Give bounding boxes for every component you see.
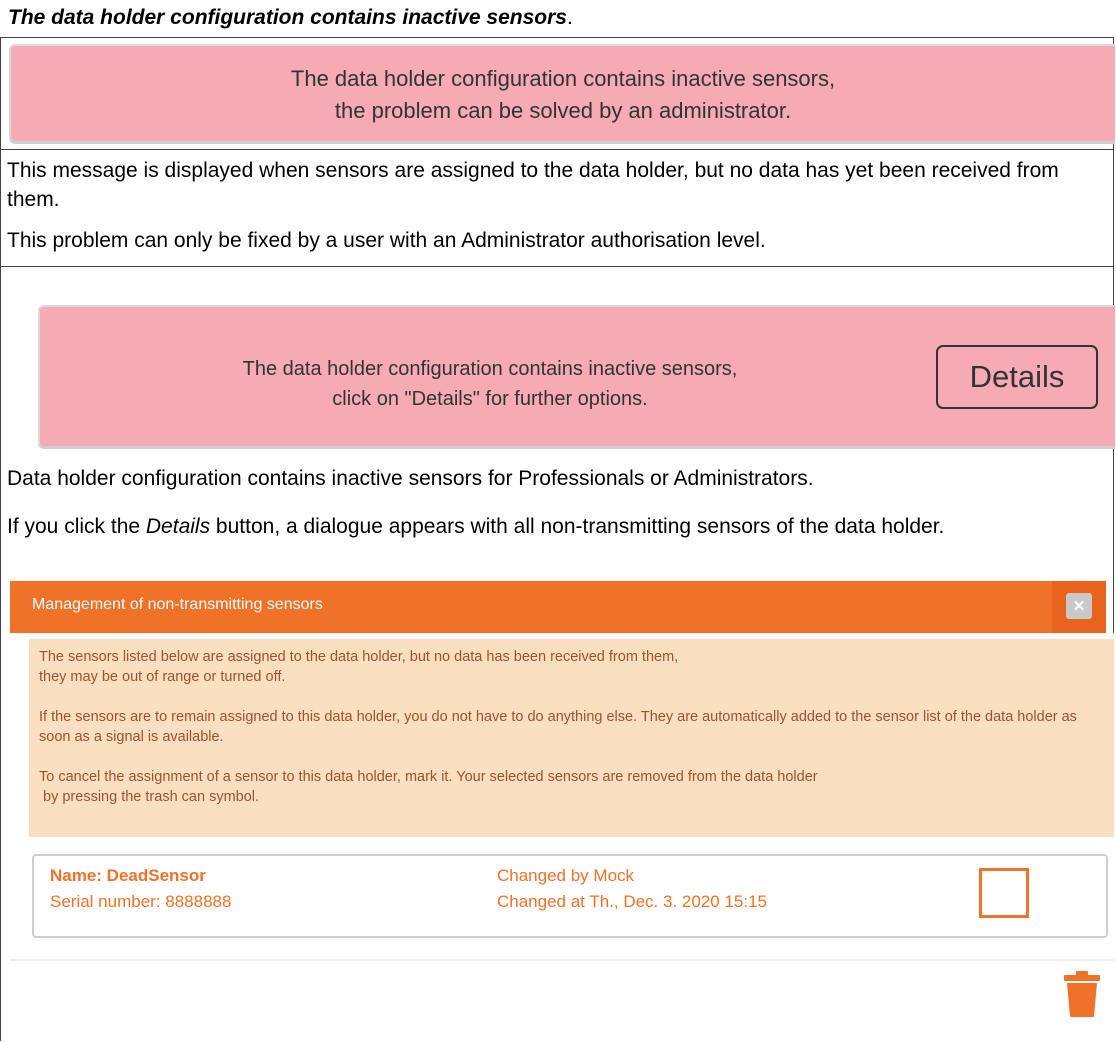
description-paragraph: This problem can only be fixed by a user… [7, 229, 766, 252]
info-paragraph: The sensors listed below are assigned to… [39, 647, 1099, 687]
dialog-footer-divider [10, 959, 1114, 961]
close-icon[interactable]: ✕ [1066, 593, 1092, 619]
inactive-sensors-banner-admin: The data holder configuration contains i… [38, 305, 1115, 449]
banner-message: The data holder configuration contains i… [100, 354, 880, 414]
sensor-changed-by: Changed by Mock [497, 866, 635, 885]
info-line: they may be out of range or turned off. [39, 669, 286, 685]
trash-icon-graphic [1064, 971, 1100, 1017]
sensor-serial-number: Serial number: 8888888 [50, 892, 232, 911]
dialog-close-area: ✕ [1052, 581, 1106, 633]
banner-message: The data holder configuration contains i… [11, 63, 1115, 127]
dialog-header: Management of non-transmitting sensors ✕ [10, 581, 1106, 633]
sensor-select-checkbox[interactable] [979, 868, 1029, 918]
sensor-changed-at: Changed at Th., Dec. 3. 2020 15:15 [497, 892, 767, 911]
dialog-info-box: The sensors listed below are assigned to… [29, 639, 1114, 837]
sensor-name: Name: DeadSensor [50, 866, 206, 885]
banner-line-2: the problem can be solved by an administ… [334, 98, 792, 123]
banner-line-1: The data holder configuration contains i… [242, 358, 738, 380]
heading-row: The data holder configuration contains i… [0, 0, 1114, 37]
user-banner-row: The data holder configuration contains i… [0, 37, 1115, 149]
trash-icon[interactable] [1063, 970, 1101, 1018]
details-reference: Details [145, 515, 211, 538]
banner-line-2: click on "Details" for further options. [332, 388, 648, 410]
details-button[interactable]: Details [936, 345, 1098, 409]
info-paragraph: If the sensors are to remain assigned to… [39, 709, 1077, 745]
description-paragraph: This message is displayed when sensors a… [7, 159, 1059, 211]
description-text: If you click the [7, 515, 146, 538]
info-line: by pressing the trash can symbol. [39, 789, 260, 805]
page-title-text: The data holder configuration contains i… [8, 6, 567, 29]
banner-line-1: The data holder configuration contains i… [290, 66, 836, 91]
dialog-body: The sensors listed below are assigned to… [10, 633, 1114, 1042]
description-paragraph: If you click the Details button, a dialo… [7, 512, 1107, 541]
page-title: The data holder configuration contains i… [8, 6, 573, 30]
info-line: The sensors listed below are assigned to… [39, 649, 679, 665]
sensor-card[interactable]: Name: DeadSensor Serial number: 8888888 … [32, 854, 1108, 938]
admin-section-row: The data holder configuration contains i… [0, 266, 1115, 1042]
user-description-row: This message is displayed when sensors a… [0, 149, 1114, 266]
inactive-sensors-banner-user: The data holder configuration contains i… [9, 44, 1115, 144]
info-line: To cancel the assignment of a sensor to … [39, 769, 818, 785]
description-text: button, a dialogue appears with all non-… [210, 515, 945, 538]
page-title-period: . [566, 6, 573, 29]
info-paragraph: To cancel the assignment of a sensor to … [39, 767, 1099, 807]
dialog-title: Management of non-transmitting sensors [32, 596, 323, 613]
description-paragraph: Data holder configuration contains inact… [7, 467, 814, 490]
